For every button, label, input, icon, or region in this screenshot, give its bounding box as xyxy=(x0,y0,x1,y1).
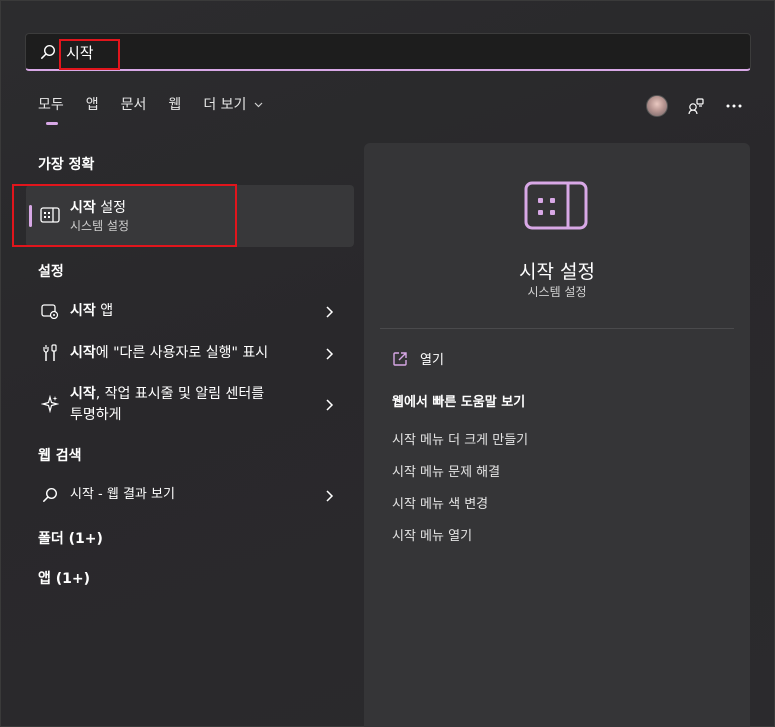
settings-item-start-apps[interactable]: 시작 앱 xyxy=(26,299,354,323)
tab-web[interactable]: 웹 xyxy=(168,95,181,125)
web-search-item[interactable]: 시작 - 웹 결과 보기 xyxy=(26,484,354,508)
help-link[interactable]: 시작 메뉴 문제 해결 xyxy=(392,461,500,480)
start-settings-large-icon xyxy=(524,181,588,230)
chevron-down-icon xyxy=(254,102,263,108)
help-link[interactable]: 시작 메뉴 더 크게 만들기 xyxy=(392,429,528,448)
chevron-right-icon xyxy=(326,490,334,502)
sparkle-icon xyxy=(40,394,60,414)
more-options-button[interactable] xyxy=(724,96,744,116)
help-link[interactable]: 시작 메뉴 열기 xyxy=(392,525,472,544)
detail-subtitle: 시스템 설정 xyxy=(527,285,587,299)
filter-tabs: 모두 앱 문서 웹 더 보기 xyxy=(38,95,285,125)
chevron-right-icon xyxy=(326,306,334,318)
chevron-right-icon xyxy=(326,399,334,411)
search-highlight-box xyxy=(59,39,120,70)
tab-more[interactable]: 더 보기 xyxy=(203,95,263,125)
divider xyxy=(380,328,734,329)
web-help-heading: 웹에서 빠른 도움말 보기 xyxy=(392,395,526,410)
tools-icon xyxy=(40,343,60,363)
search-input[interactable] xyxy=(66,40,666,64)
folders-group[interactable]: 폴더 (1+) xyxy=(38,528,103,548)
tab-all[interactable]: 모두 xyxy=(38,95,64,125)
open-external-icon xyxy=(393,351,407,366)
search-bar[interactable] xyxy=(25,33,751,71)
accounts-button[interactable] xyxy=(686,96,706,116)
web-search-heading: 웹 검색 xyxy=(38,448,82,464)
help-link[interactable]: 시작 메뉴 색 변경 xyxy=(392,493,488,512)
open-action[interactable]: 열기 xyxy=(392,349,444,368)
search-icon xyxy=(40,485,60,505)
avatar[interactable] xyxy=(646,95,668,117)
people-switch-icon xyxy=(688,98,704,115)
tab-documents[interactable]: 문서 xyxy=(121,95,147,125)
search-window: 모두 앱 문서 웹 더 보기 가장 정확 xyxy=(0,0,775,727)
search-icon xyxy=(41,44,56,59)
settings-heading: 설정 xyxy=(38,264,64,280)
detail-title: 시작 설정 xyxy=(519,261,595,283)
app-settings-icon xyxy=(40,301,60,321)
tab-apps[interactable]: 앱 xyxy=(86,95,99,125)
chevron-right-icon xyxy=(326,348,334,360)
best-match-highlight-box xyxy=(12,184,237,247)
settings-item-run-as[interactable]: 시작에 "다른 사용자로 실행" 표시 xyxy=(26,341,354,365)
apps-group[interactable]: 앱 (1+) xyxy=(38,568,90,588)
header-actions xyxy=(646,95,744,117)
detail-pane: 시작 설정 시스템 설정 열기 웹에서 빠른 도움말 보기 시작 메뉴 더 크게… xyxy=(364,143,750,727)
best-match-heading: 가장 정확 xyxy=(38,157,95,173)
settings-item-transparency[interactable]: 시작, 작업 표시줄 및 알림 센터를 투명하게 xyxy=(26,384,354,428)
more-icon xyxy=(726,104,742,108)
